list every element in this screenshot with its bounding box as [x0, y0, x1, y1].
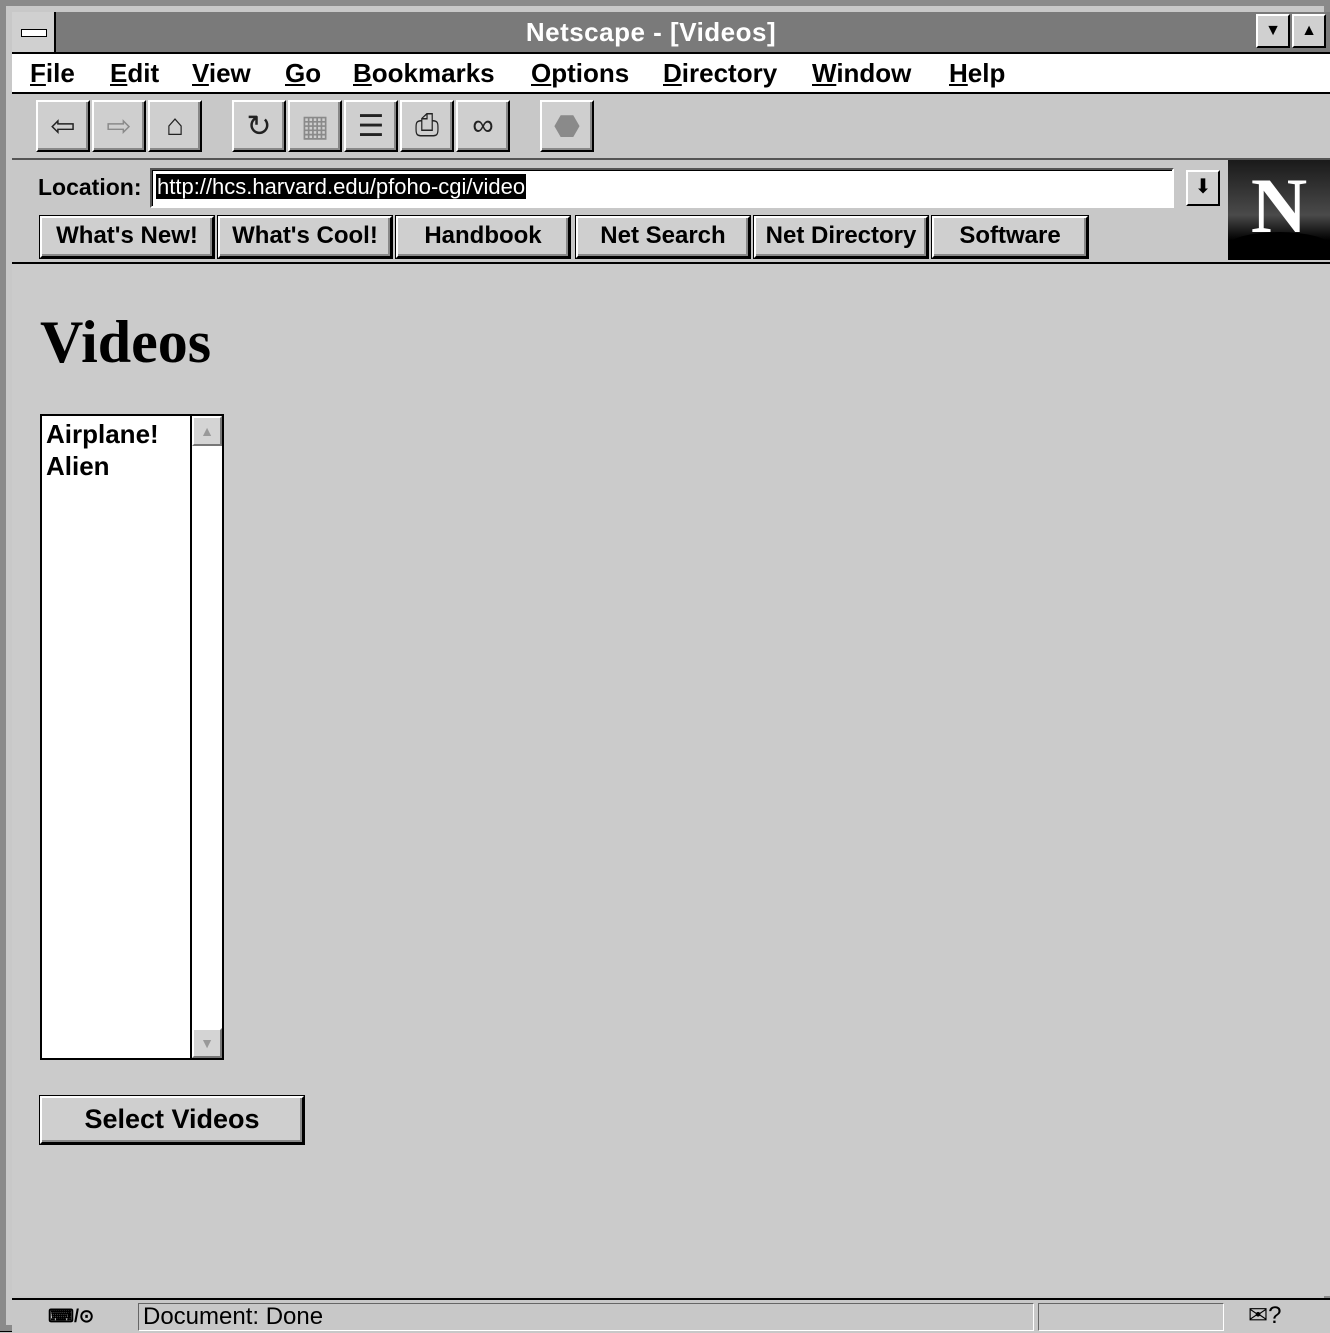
location-label: Location:: [38, 174, 142, 200]
select-videos-button[interactable]: Select Videos: [40, 1096, 304, 1144]
location-url-text: http://hcs.harvard.edu/pfoho-cgi/video: [156, 174, 527, 199]
progress-pane: [1038, 1303, 1224, 1331]
list-option[interactable]: Alien: [46, 450, 110, 482]
toolbar: ⇦ ⇨ ⌂ ↻ ▦ ☰ ⎙ ∞ ⬣: [12, 94, 1330, 160]
scroll-down-button[interactable]: ▼: [192, 1028, 222, 1058]
system-menu-button[interactable]: [12, 12, 56, 52]
stop-icon: ⬣: [553, 109, 581, 143]
scroll-up-button[interactable]: ▲: [192, 416, 222, 446]
find-binoculars-icon: ∞: [472, 109, 494, 142]
print-icon: ⎙: [415, 109, 439, 142]
find-button[interactable]: ∞: [456, 100, 510, 152]
net-directory-button[interactable]: Net Directory: [754, 216, 928, 258]
netscape-logo[interactable]: N: [1228, 160, 1330, 260]
open-icon: ☰: [357, 109, 385, 143]
minimize-button[interactable]: ▼: [1256, 14, 1290, 48]
maximize-button[interactable]: ▲: [1292, 14, 1326, 48]
security-key-icon[interactable]: ⌨/⊙: [48, 1304, 120, 1328]
location-area: Location: http://hcs.harvard.edu/pfoho-c…: [12, 160, 1330, 264]
menu-edit[interactable]: Edit: [110, 54, 159, 92]
images-button[interactable]: ▦: [288, 100, 342, 152]
netscape-n-logo-icon: N: [1250, 162, 1308, 249]
whats-cool-button[interactable]: What's Cool!: [218, 216, 392, 258]
list-option[interactable]: Airplane!: [46, 418, 159, 450]
print-button[interactable]: ⎙: [400, 100, 454, 152]
menu-help[interactable]: Help: [949, 54, 1005, 92]
forward-button[interactable]: ⇨: [92, 100, 146, 152]
reload-button[interactable]: ↻: [232, 100, 286, 152]
video-select-list[interactable]: Airplane! Alien ▲ ▼: [40, 414, 224, 1060]
menu-directory[interactable]: Directory: [663, 54, 777, 92]
menu-go[interactable]: Go: [285, 54, 321, 92]
software-button[interactable]: Software: [932, 216, 1088, 258]
list-scrollbar[interactable]: ▲ ▼: [190, 416, 222, 1058]
location-input[interactable]: http://hcs.harvard.edu/pfoho-cgi/video: [150, 168, 1174, 208]
menu-options[interactable]: Options: [531, 54, 629, 92]
stop-button[interactable]: ⬣: [540, 100, 594, 152]
dropdown-arrow-icon: ⬇: [1194, 176, 1212, 198]
mail-icon[interactable]: ✉?: [1248, 1303, 1281, 1329]
page-title: Videos: [40, 309, 212, 375]
page-content: Videos Airplane! Alien ▲ ▼ Select Videos: [12, 264, 1330, 1296]
scroll-down-arrow-icon: ▼: [200, 1035, 214, 1051]
menu-bookmarks[interactable]: Bookmarks: [353, 54, 495, 92]
status-bar: ⌨/⊙ Document: Done ✉?: [12, 1298, 1330, 1333]
whats-new-button[interactable]: What's New!: [40, 216, 214, 258]
system-menu-icon: [21, 29, 47, 37]
netscape-window: Netscape - [Videos] ▼ ▲ File Edit View G…: [0, 0, 1330, 1333]
back-button[interactable]: ⇦: [36, 100, 90, 152]
window-title: Netscape - [Videos]: [525, 17, 777, 47]
home-button[interactable]: ⌂: [148, 100, 202, 152]
images-icon: ▦: [300, 109, 330, 143]
menu-view[interactable]: View: [192, 54, 251, 92]
open-button[interactable]: ☰: [344, 100, 398, 152]
reload-icon: ↻: [246, 109, 272, 143]
home-icon: ⌂: [165, 109, 185, 142]
scroll-up-arrow-icon: ▲: [200, 423, 214, 439]
menu-bar: File Edit View Go Bookmarks Options Dire…: [12, 54, 1330, 94]
back-arrow-icon: ⇦: [50, 109, 76, 143]
handbook-button[interactable]: Handbook: [396, 216, 570, 258]
net-search-button[interactable]: Net Search: [576, 216, 750, 258]
forward-arrow-icon: ⇨: [106, 109, 132, 143]
menu-file[interactable]: File: [30, 54, 75, 92]
location-dropdown-button[interactable]: ⬇: [1186, 170, 1220, 206]
menu-window[interactable]: Window: [812, 54, 911, 92]
status-text: Document: Done: [138, 1303, 1034, 1331]
